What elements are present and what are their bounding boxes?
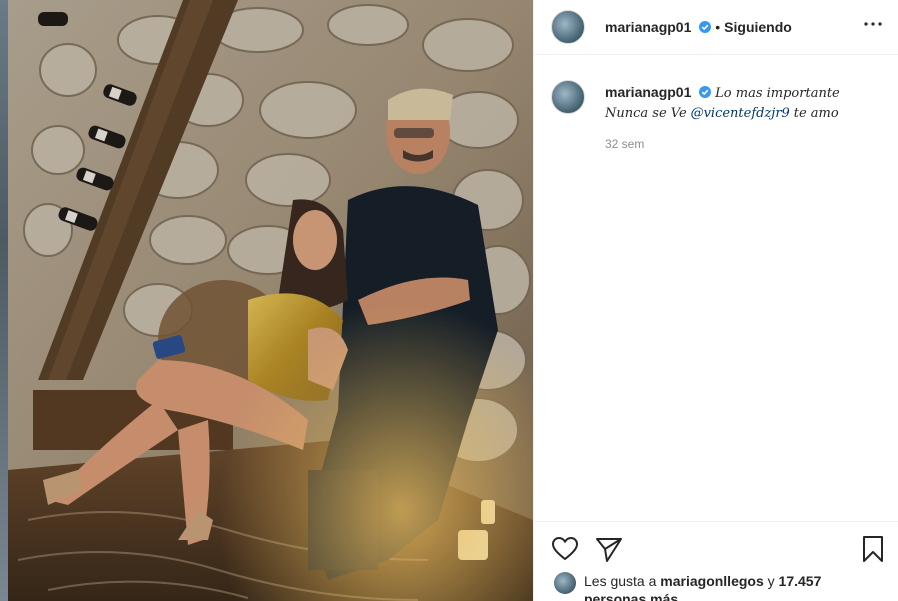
- more-options-icon[interactable]: [861, 12, 885, 36]
- likes-prefix: Les gusta a: [584, 573, 657, 589]
- verified-badge-icon: [699, 21, 712, 33]
- post-caption: marianagp01 Lo mas importante Nunca se V…: [551, 80, 886, 154]
- post-side-panel: marianagp01 • Siguiendo marianagp01 Lo m…: [533, 0, 898, 601]
- bookmark-icon[interactable]: [858, 534, 888, 564]
- post-actions-bar: Les gusta a mariagonllegos y 17.457 pers…: [534, 521, 898, 601]
- caption-avatar[interactable]: [551, 80, 585, 114]
- liker-username[interactable]: mariagonllegos: [660, 573, 763, 589]
- likes-conj: y: [767, 573, 775, 589]
- verified-badge-icon: [699, 86, 712, 98]
- caption-text-line1: Lo mas importante: [715, 86, 840, 101]
- caption-mention-link[interactable]: @vicentefdzjr9: [691, 106, 790, 121]
- send-icon[interactable]: [594, 534, 624, 564]
- post-photo[interactable]: [8, 0, 533, 601]
- avatar[interactable]: [551, 10, 585, 44]
- header-separator: •: [715, 19, 721, 35]
- caption-text-suffix: te amo: [793, 106, 839, 121]
- caption-text-prefix: Nunca se Ve: [605, 106, 687, 121]
- liker-avatar[interactable]: [554, 572, 576, 594]
- likes-text: Les gusta a mariagonllegos y 17.457 pers…: [584, 572, 824, 601]
- post-header: marianagp01 • Siguiendo: [534, 0, 898, 55]
- following-button[interactable]: Siguiendo: [724, 19, 792, 35]
- header-username-text[interactable]: marianagp01: [605, 19, 691, 35]
- caption-username[interactable]: marianagp01: [605, 84, 691, 100]
- likes-summary: Les gusta a mariagonllegos y 17.457 pers…: [554, 572, 824, 601]
- heart-icon[interactable]: [550, 534, 580, 564]
- post-timestamp[interactable]: 32 sem: [605, 135, 840, 154]
- header-username[interactable]: marianagp01: [605, 19, 712, 35]
- background-page-strip: [0, 0, 8, 601]
- post-photo-image: [8, 0, 533, 601]
- caption-body: marianagp01 Lo mas importante Nunca se V…: [605, 83, 840, 154]
